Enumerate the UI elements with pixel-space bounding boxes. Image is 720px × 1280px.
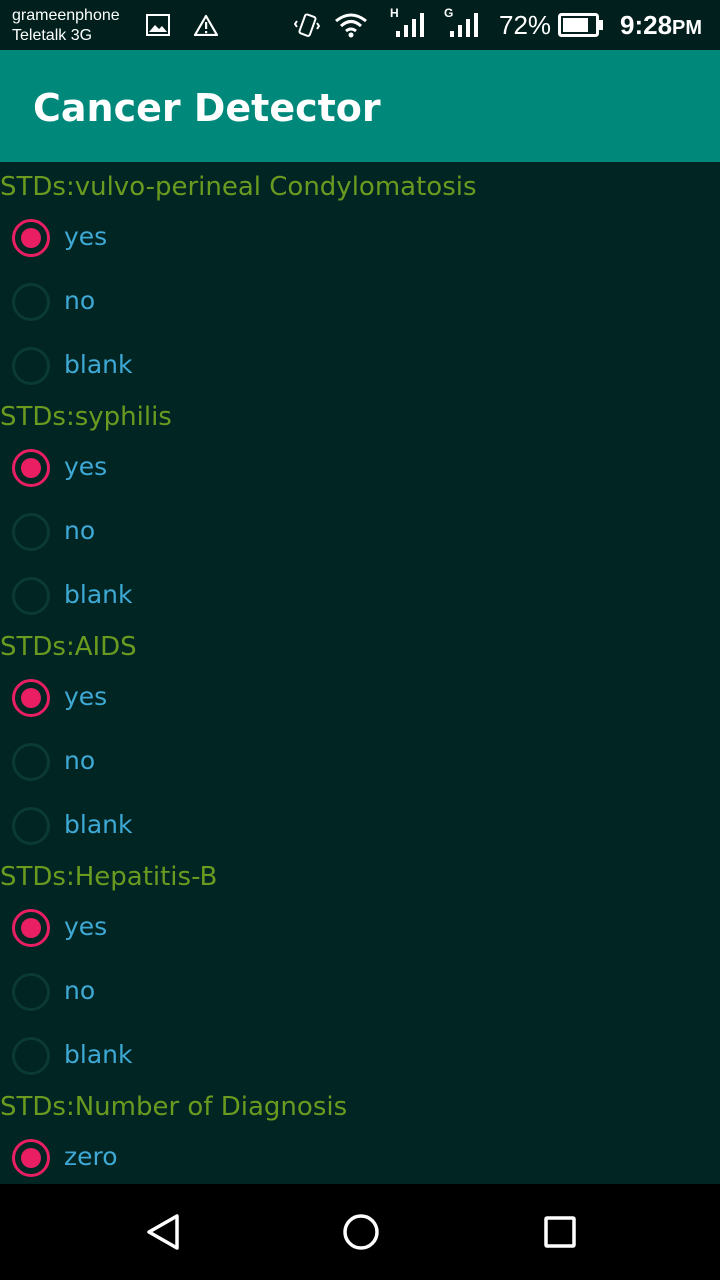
radio-button-checked[interactable] (12, 219, 50, 257)
back-icon[interactable] (138, 1208, 186, 1256)
radio-button[interactable] (12, 743, 50, 781)
radio-option-yes[interactable]: yes (0, 436, 720, 500)
option-label: yes (64, 222, 108, 251)
question-list[interactable]: STDs:vulvo-perineal Condylomatosis yes n… (0, 162, 720, 1184)
option-label: blank (64, 810, 133, 839)
option-label: yes (64, 452, 108, 481)
app-bar: Cancer Detector (0, 50, 720, 162)
radio-option-no[interactable]: no (0, 500, 720, 564)
option-label: blank (64, 580, 133, 609)
option-label: zero (64, 1142, 118, 1171)
vibrate-icon (294, 13, 320, 37)
radio-option-yes[interactable]: yes (0, 206, 720, 270)
radio-button[interactable] (12, 1037, 50, 1075)
signal-icon (450, 13, 478, 37)
question-label: STDs:Hepatitis-B (0, 862, 218, 892)
radio-button[interactable] (12, 807, 50, 845)
radio-option-zero[interactable]: zero (0, 1126, 720, 1184)
radio-option-no[interactable]: no (0, 730, 720, 794)
radio-option-blank[interactable]: blank (0, 334, 720, 398)
wifi-icon (335, 13, 367, 38)
status-bar: grameenphone Teletalk 3G H G 72% 9:28PM (0, 0, 720, 50)
warning-icon (194, 14, 218, 36)
radio-option-blank[interactable]: blank (0, 794, 720, 858)
clock-ampm: PM (672, 17, 703, 39)
battery-icon (558, 13, 603, 37)
option-label: blank (64, 1040, 133, 1069)
gallery-icon (146, 14, 170, 36)
question-label: STDs:AIDS (0, 632, 137, 662)
question-label: STDs:syphilis (0, 402, 172, 432)
option-label: no (64, 976, 96, 1005)
app-title: Cancer Detector (33, 86, 381, 130)
clock-time: 9:28 (620, 10, 673, 40)
battery-percent: 72% (499, 10, 552, 40)
radio-button-checked[interactable] (12, 449, 50, 487)
radio-option-yes[interactable]: yes (0, 666, 720, 730)
radio-option-no[interactable]: no (0, 960, 720, 1024)
radio-button[interactable] (12, 347, 50, 385)
radio-button[interactable] (12, 577, 50, 615)
radio-button[interactable] (12, 973, 50, 1011)
radio-button-checked[interactable] (12, 909, 50, 947)
radio-button-checked[interactable] (12, 1139, 50, 1177)
radio-button-checked[interactable] (12, 679, 50, 717)
question-label: STDs:vulvo-perineal Condylomatosis (0, 172, 477, 202)
radio-option-blank[interactable]: blank (0, 1024, 720, 1088)
option-label: yes (64, 912, 108, 941)
radio-option-no[interactable]: no (0, 270, 720, 334)
option-label: yes (64, 682, 108, 711)
option-label: blank (64, 350, 133, 379)
option-label: no (64, 516, 96, 545)
option-label: no (64, 746, 96, 775)
question-label: STDs:Number of Diagnosis (0, 1092, 348, 1122)
radio-button[interactable] (12, 513, 50, 551)
option-label: no (64, 286, 96, 315)
signal-icon (396, 13, 424, 37)
carrier-secondary: Teletalk 3G (12, 27, 93, 44)
clock: 9:28PM (620, 10, 702, 43)
radio-option-blank[interactable]: blank (0, 564, 720, 628)
navigation-bar (0, 1184, 720, 1280)
radio-button[interactable] (12, 283, 50, 321)
home-icon[interactable] (337, 1208, 385, 1256)
carrier-primary: grameenphone (12, 7, 120, 24)
recents-icon[interactable] (536, 1208, 584, 1256)
radio-option-yes[interactable]: yes (0, 896, 720, 960)
